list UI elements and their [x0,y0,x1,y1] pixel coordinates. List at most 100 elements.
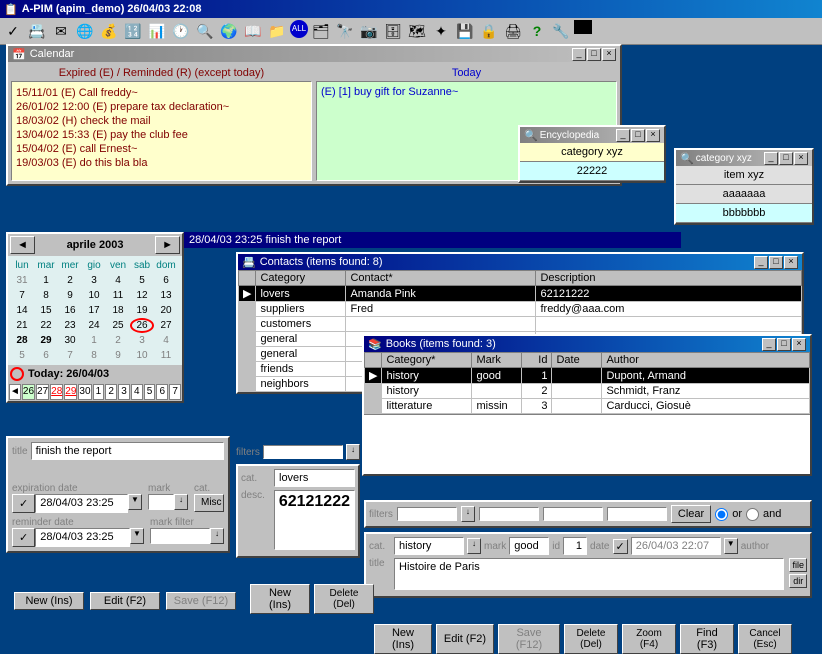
folder-icon[interactable]: 📁 [266,20,288,42]
encyclopedia-row[interactable]: category xyz [520,143,664,162]
rack-icon[interactable]: 🗄 [382,20,404,42]
cal-day[interactable]: 12 [130,288,154,303]
cell-id[interactable]: 2 [522,384,552,399]
calc-icon[interactable]: 🔢 [122,20,144,42]
cal-day[interactable]: 25 [106,318,130,333]
save-button[interactable]: Save (F12) [498,624,560,654]
encyclopedia-row[interactable]: 22222 [520,162,664,181]
cell-author[interactable]: Dupont, Armand [602,368,810,384]
filter-input[interactable] [543,507,603,521]
binoculars-icon[interactable]: 🔭 [334,20,356,42]
dropdown-button[interactable]: ▼ [128,494,142,510]
cal-day[interactable]: 5 [130,273,154,288]
search-icon[interactable]: 🔍 [194,20,216,42]
new-button[interactable]: New (Ins) [14,592,84,610]
file-button[interactable]: file [789,558,807,572]
cal-day[interactable]: 17 [82,303,106,318]
title-input[interactable]: finish the report [31,442,224,460]
maximize-button[interactable]: □ [587,48,601,61]
cell-category[interactable]: suppliers [256,302,346,317]
cal-day[interactable]: 23 [58,318,82,333]
camera-icon[interactable]: 📷 [358,20,380,42]
strip-day[interactable]: 2 [105,384,117,400]
close-button[interactable]: × [794,152,808,165]
strip-day[interactable]: 4 [131,384,143,400]
books-title-bar[interactable]: 📚 Books (items found: 3) _ □ × [364,336,810,352]
cal-day[interactable]: 19 [130,303,154,318]
edit-button[interactable]: Edit (F2) [90,592,160,610]
encyclopedia-title-bar[interactable]: 🔍 Encyclopedia _ □ × [520,127,664,143]
cal-day[interactable]: 7 [10,288,34,303]
cal-day[interactable]: 4 [154,333,178,348]
cell-category[interactable]: history [382,368,472,384]
check-icon[interactable]: ✓ [2,20,24,42]
book-icon[interactable]: 📖 [242,20,264,42]
cell-category[interactable]: history [382,384,472,399]
zoom-button[interactable]: Zoom (F4) [622,624,676,654]
cell-mark[interactable]: good [472,368,522,384]
minimize-button[interactable]: _ [762,338,776,351]
new-button[interactable]: New (Ins) [374,624,432,654]
tree-icon[interactable]: 🗺 [406,20,428,42]
cal-day[interactable]: 6 [154,273,178,288]
expired-item[interactable]: 19/03/03 (E) do this bla bla [16,156,307,170]
cal-day[interactable]: 9 [58,288,82,303]
expired-item[interactable]: 18/03/02 (H) check the mail [16,114,307,128]
cell-description[interactable]: 62121222 [536,286,802,302]
cal-day[interactable]: 18 [106,303,130,318]
cal-day[interactable]: 2 [58,273,82,288]
cat-input[interactable]: history [394,537,464,555]
dir-button[interactable]: dir [789,574,807,588]
cal-day[interactable]: 11 [154,348,178,363]
and-radio[interactable] [746,508,759,521]
check-toggle[interactable]: ✓ [12,494,35,513]
cal-day[interactable]: 5 [10,348,34,363]
category-item[interactable]: aaaaaaa [676,185,812,204]
strip-day[interactable]: 28 [50,384,63,400]
cal-day[interactable]: 13 [154,288,178,303]
lock-icon[interactable]: 🔒 [478,20,500,42]
contacts-title-bar[interactable]: 📇 Contacts (items found: 8) _ □ × [238,254,802,270]
table-row[interactable]: ▶historygood1Dupont, Armand [365,368,810,384]
cal-day[interactable]: 10 [130,348,154,363]
cal-day[interactable]: 3 [130,333,154,348]
cal-day[interactable]: 14 [10,303,34,318]
cal-day[interactable]: 4 [106,273,130,288]
column-header[interactable]: Category* [382,353,472,368]
clock-icon[interactable]: 🕐 [170,20,192,42]
world-icon[interactable]: 🌍 [218,20,240,42]
help-icon[interactable]: ? [526,20,548,42]
strip-day[interactable]: 7 [169,384,181,400]
minimize-button[interactable]: _ [616,129,630,142]
cell-author[interactable]: Carducci, Giosuè [602,399,810,414]
table-row[interactable]: history 2 Schmidt, Franz [365,384,810,399]
dropdown-button[interactable]: ▼ [724,538,738,554]
cell-author[interactable]: Schmidt, Franz [602,384,810,399]
dropdown-button[interactable]: ↓ [210,528,224,544]
cal-day[interactable]: 8 [34,288,58,303]
main-title-bar[interactable]: 📋 A-PIM (apim_demo) 26/04/03 22:08 [0,0,822,18]
console-icon[interactable] [574,20,592,34]
misc-button[interactable]: Misc [194,494,224,512]
date-check[interactable]: ✓ [613,539,628,554]
strip-day[interactable]: 29 [64,384,77,400]
save-icon[interactable]: 💾 [454,20,476,42]
reminder-input[interactable]: 28/04/03 23:25 [35,528,130,547]
cal-day[interactable]: 30 [58,333,82,348]
minimize-button[interactable]: _ [764,152,778,165]
cell-date[interactable] [552,399,602,414]
cal-day[interactable]: 9 [106,348,130,363]
delete-button[interactable]: Delete (Del) [314,584,374,614]
cell-category[interactable]: general [256,332,346,347]
or-radio[interactable] [715,508,728,521]
cal-day[interactable]: 26 [130,318,154,333]
cell-date[interactable] [552,368,602,384]
cell-category[interactable]: friends [256,362,346,377]
expired-item[interactable]: 15/04/02 (E) call Ernest~ [16,142,307,156]
id-input[interactable]: 1 [563,537,587,555]
maximize-button[interactable]: □ [631,129,645,142]
cal-day[interactable]: 20 [154,303,178,318]
mail-icon[interactable]: ✉ [50,20,72,42]
all-icon[interactable]: ALL [290,20,308,38]
minimize-button[interactable]: _ [572,48,586,61]
